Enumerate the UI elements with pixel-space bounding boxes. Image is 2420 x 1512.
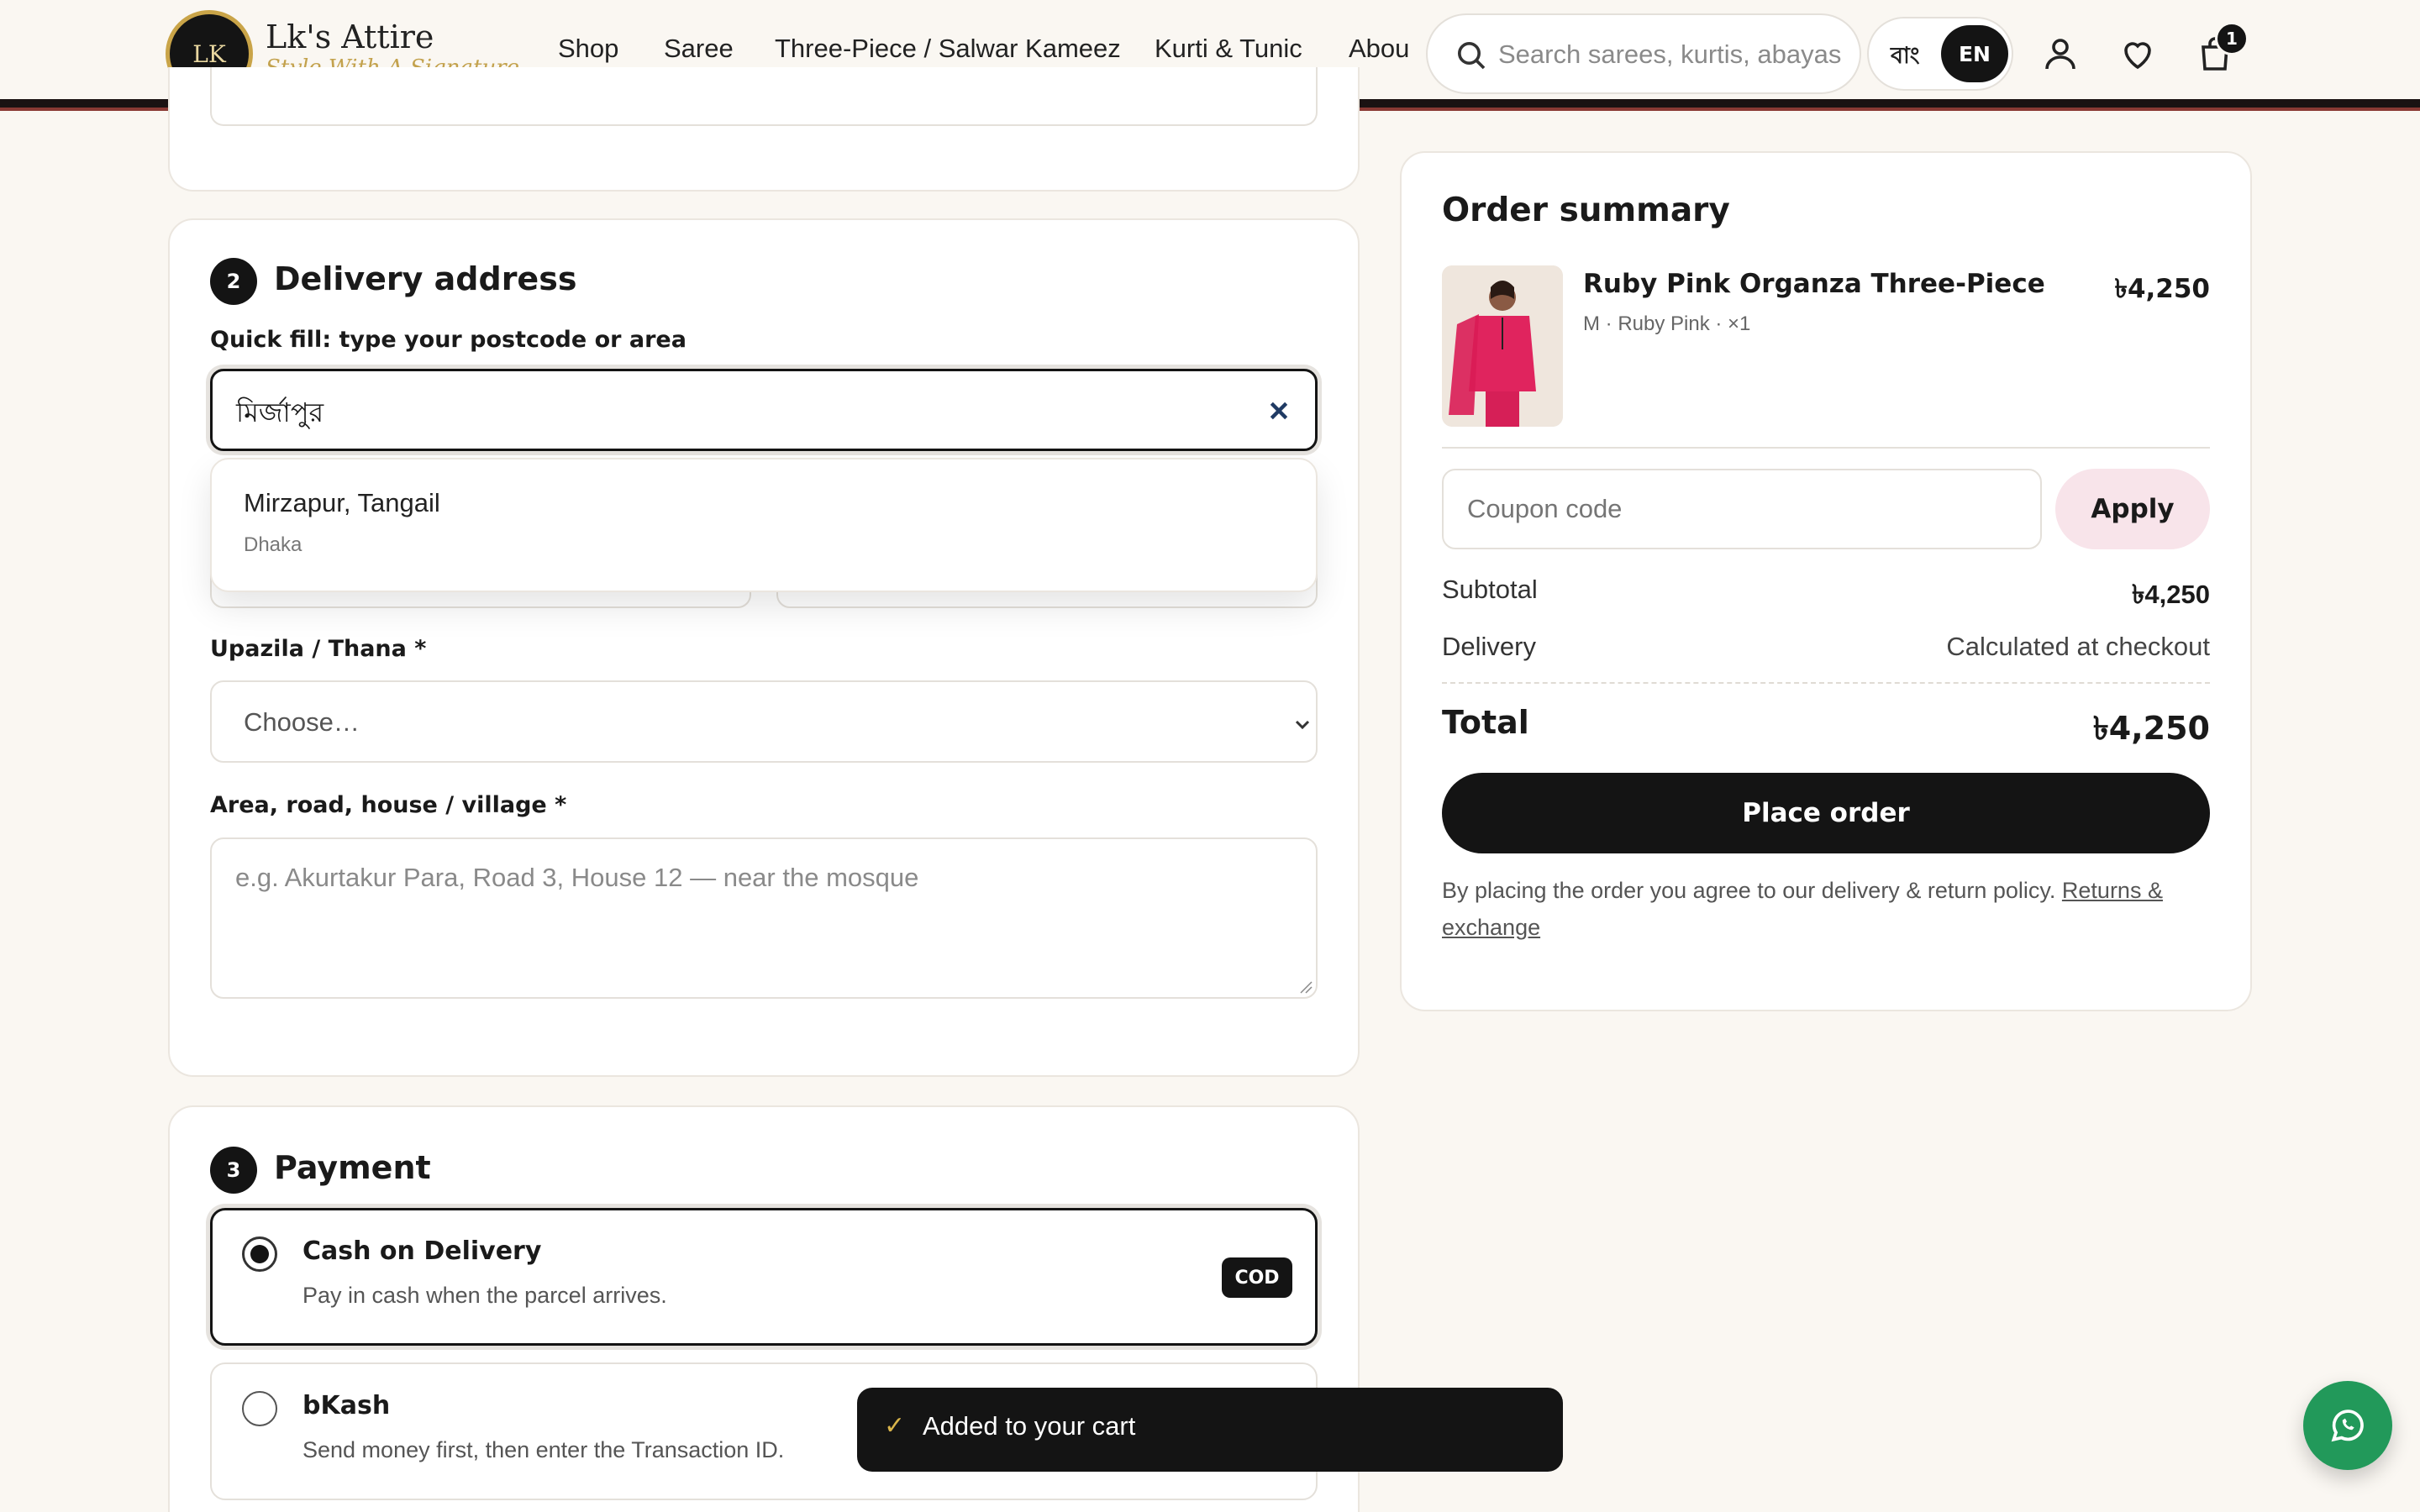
product-thumbnail[interactable]	[1442, 265, 1563, 427]
option-title-bkash: bKash	[302, 1391, 391, 1420]
upazila-label: Upazila / Thana *	[210, 636, 427, 662]
subtotal-label: Subtotal	[1442, 575, 1538, 604]
option-desc-bkash: Send money first, then enter the Transac…	[302, 1437, 785, 1462]
product-price: ৳4,250	[2114, 274, 2211, 304]
address-textarea[interactable]: e.g. Akurtakur Para, Road 3, House 12 — …	[210, 837, 1318, 999]
order-summary-title: Order summary	[1442, 192, 1730, 229]
wishlist-icon[interactable]	[2118, 34, 2158, 74]
step-number-2: 2	[210, 258, 257, 305]
resize-handle-icon[interactable]	[1299, 980, 1313, 994]
suggestion-division: Dhaka	[244, 533, 302, 556]
toast-notification: ✓ Added to your cart	[857, 1388, 1563, 1472]
postcode-suggestions: Mirzapur, Tangail Dhaka	[210, 458, 1318, 592]
total-divider	[1442, 682, 2210, 684]
nav-item-shop[interactable]: Shop	[558, 34, 618, 64]
logo-initials: LK	[192, 39, 226, 68]
whatsapp-icon	[2331, 1410, 2364, 1442]
product-meta: M · Ruby Pink · ×1	[1583, 312, 1751, 335]
search-input[interactable]	[1498, 34, 1851, 76]
payment-title: Payment	[274, 1149, 431, 1186]
toast-message: Added to your cart	[923, 1411, 1136, 1441]
nav-item-saree[interactable]: Saree	[664, 34, 734, 64]
step-number-3: 3	[210, 1147, 257, 1194]
radio-cod[interactable]	[242, 1236, 277, 1272]
radio-bkash[interactable]	[242, 1391, 277, 1426]
option-desc-cod: Pay in cash when the parcel arrives.	[302, 1283, 667, 1308]
logo-title[interactable]: Lk's Attire	[266, 18, 434, 55]
nav-item-three-piece[interactable]: Three-Piece / Salwar Kameez	[775, 34, 1121, 64]
summary-divider	[1442, 447, 2210, 449]
lang-bangla-button[interactable]: বাং	[1891, 39, 1919, 76]
coupon-input[interactable]	[1442, 469, 2042, 549]
language-switch: বাং EN	[1867, 17, 2013, 91]
upazila-value: Choose…	[244, 707, 360, 737]
option-title-cod: Cash on Delivery	[302, 1236, 542, 1266]
cod-badge: COD	[1222, 1257, 1292, 1298]
total-value: ৳4,250	[2092, 710, 2210, 747]
delivery-label: Delivery	[1442, 632, 1536, 661]
address-placeholder: e.g. Akurtakur Para, Road 3, House 12 — …	[235, 863, 919, 892]
quick-fill-field[interactable]: মির্জাপুর	[210, 369, 1318, 451]
product-name[interactable]: Ruby Pink Organza Three-Piece	[1583, 269, 2045, 299]
returns-link[interactable]: Returns &	[2062, 878, 2163, 903]
whatsapp-button[interactable]	[2303, 1381, 2392, 1470]
search-box	[1426, 13, 1861, 94]
payment-option-cod[interactable]	[210, 1208, 1318, 1346]
total-label: Total	[1442, 704, 1529, 741]
lang-english-button[interactable]: EN	[1941, 25, 2008, 82]
delivery-value: Calculated at checkout	[1946, 632, 2210, 661]
place-order-button[interactable]: Place order	[1442, 773, 2210, 853]
cart-count-badge: 1	[2215, 22, 2249, 55]
search-icon[interactable]	[1455, 39, 1488, 72]
policy-note: By placing the order you agree to our de…	[1442, 872, 2210, 946]
address-label: Area, road, house / village *	[210, 792, 567, 818]
chevron-down-icon	[1295, 720, 1310, 730]
delivery-title: Delivery address	[274, 260, 577, 297]
clear-icon[interactable]	[1268, 400, 1290, 422]
nav-item-kurti-tunic[interactable]: Kurti & Tunic	[1155, 34, 1302, 64]
suggestion-item[interactable]: Mirzapur, Tangail Dhaka	[212, 459, 1316, 591]
quick-fill-label: Quick fill: type your postcode or area	[210, 327, 687, 353]
nav-item-about[interactable]: Abou	[1349, 34, 1413, 64]
quick-fill-value[interactable]: মির্জাপুর	[236, 391, 324, 437]
contact-card	[168, 67, 1360, 192]
suggestion-name: Mirzapur, Tangail	[244, 488, 440, 517]
account-icon[interactable]	[2040, 34, 2081, 74]
policy-text: By placing the order you agree to our de…	[1442, 878, 2056, 903]
exchange-link[interactable]: exchange	[1442, 915, 1540, 940]
apply-coupon-button[interactable]: Apply	[2055, 469, 2210, 549]
contact-field-remnant[interactable]	[210, 67, 1318, 126]
check-icon: ✓	[884, 1411, 906, 1441]
subtotal-value: ৳4,250	[2131, 580, 2210, 609]
upazila-select[interactable]: Choose…	[210, 680, 1318, 763]
